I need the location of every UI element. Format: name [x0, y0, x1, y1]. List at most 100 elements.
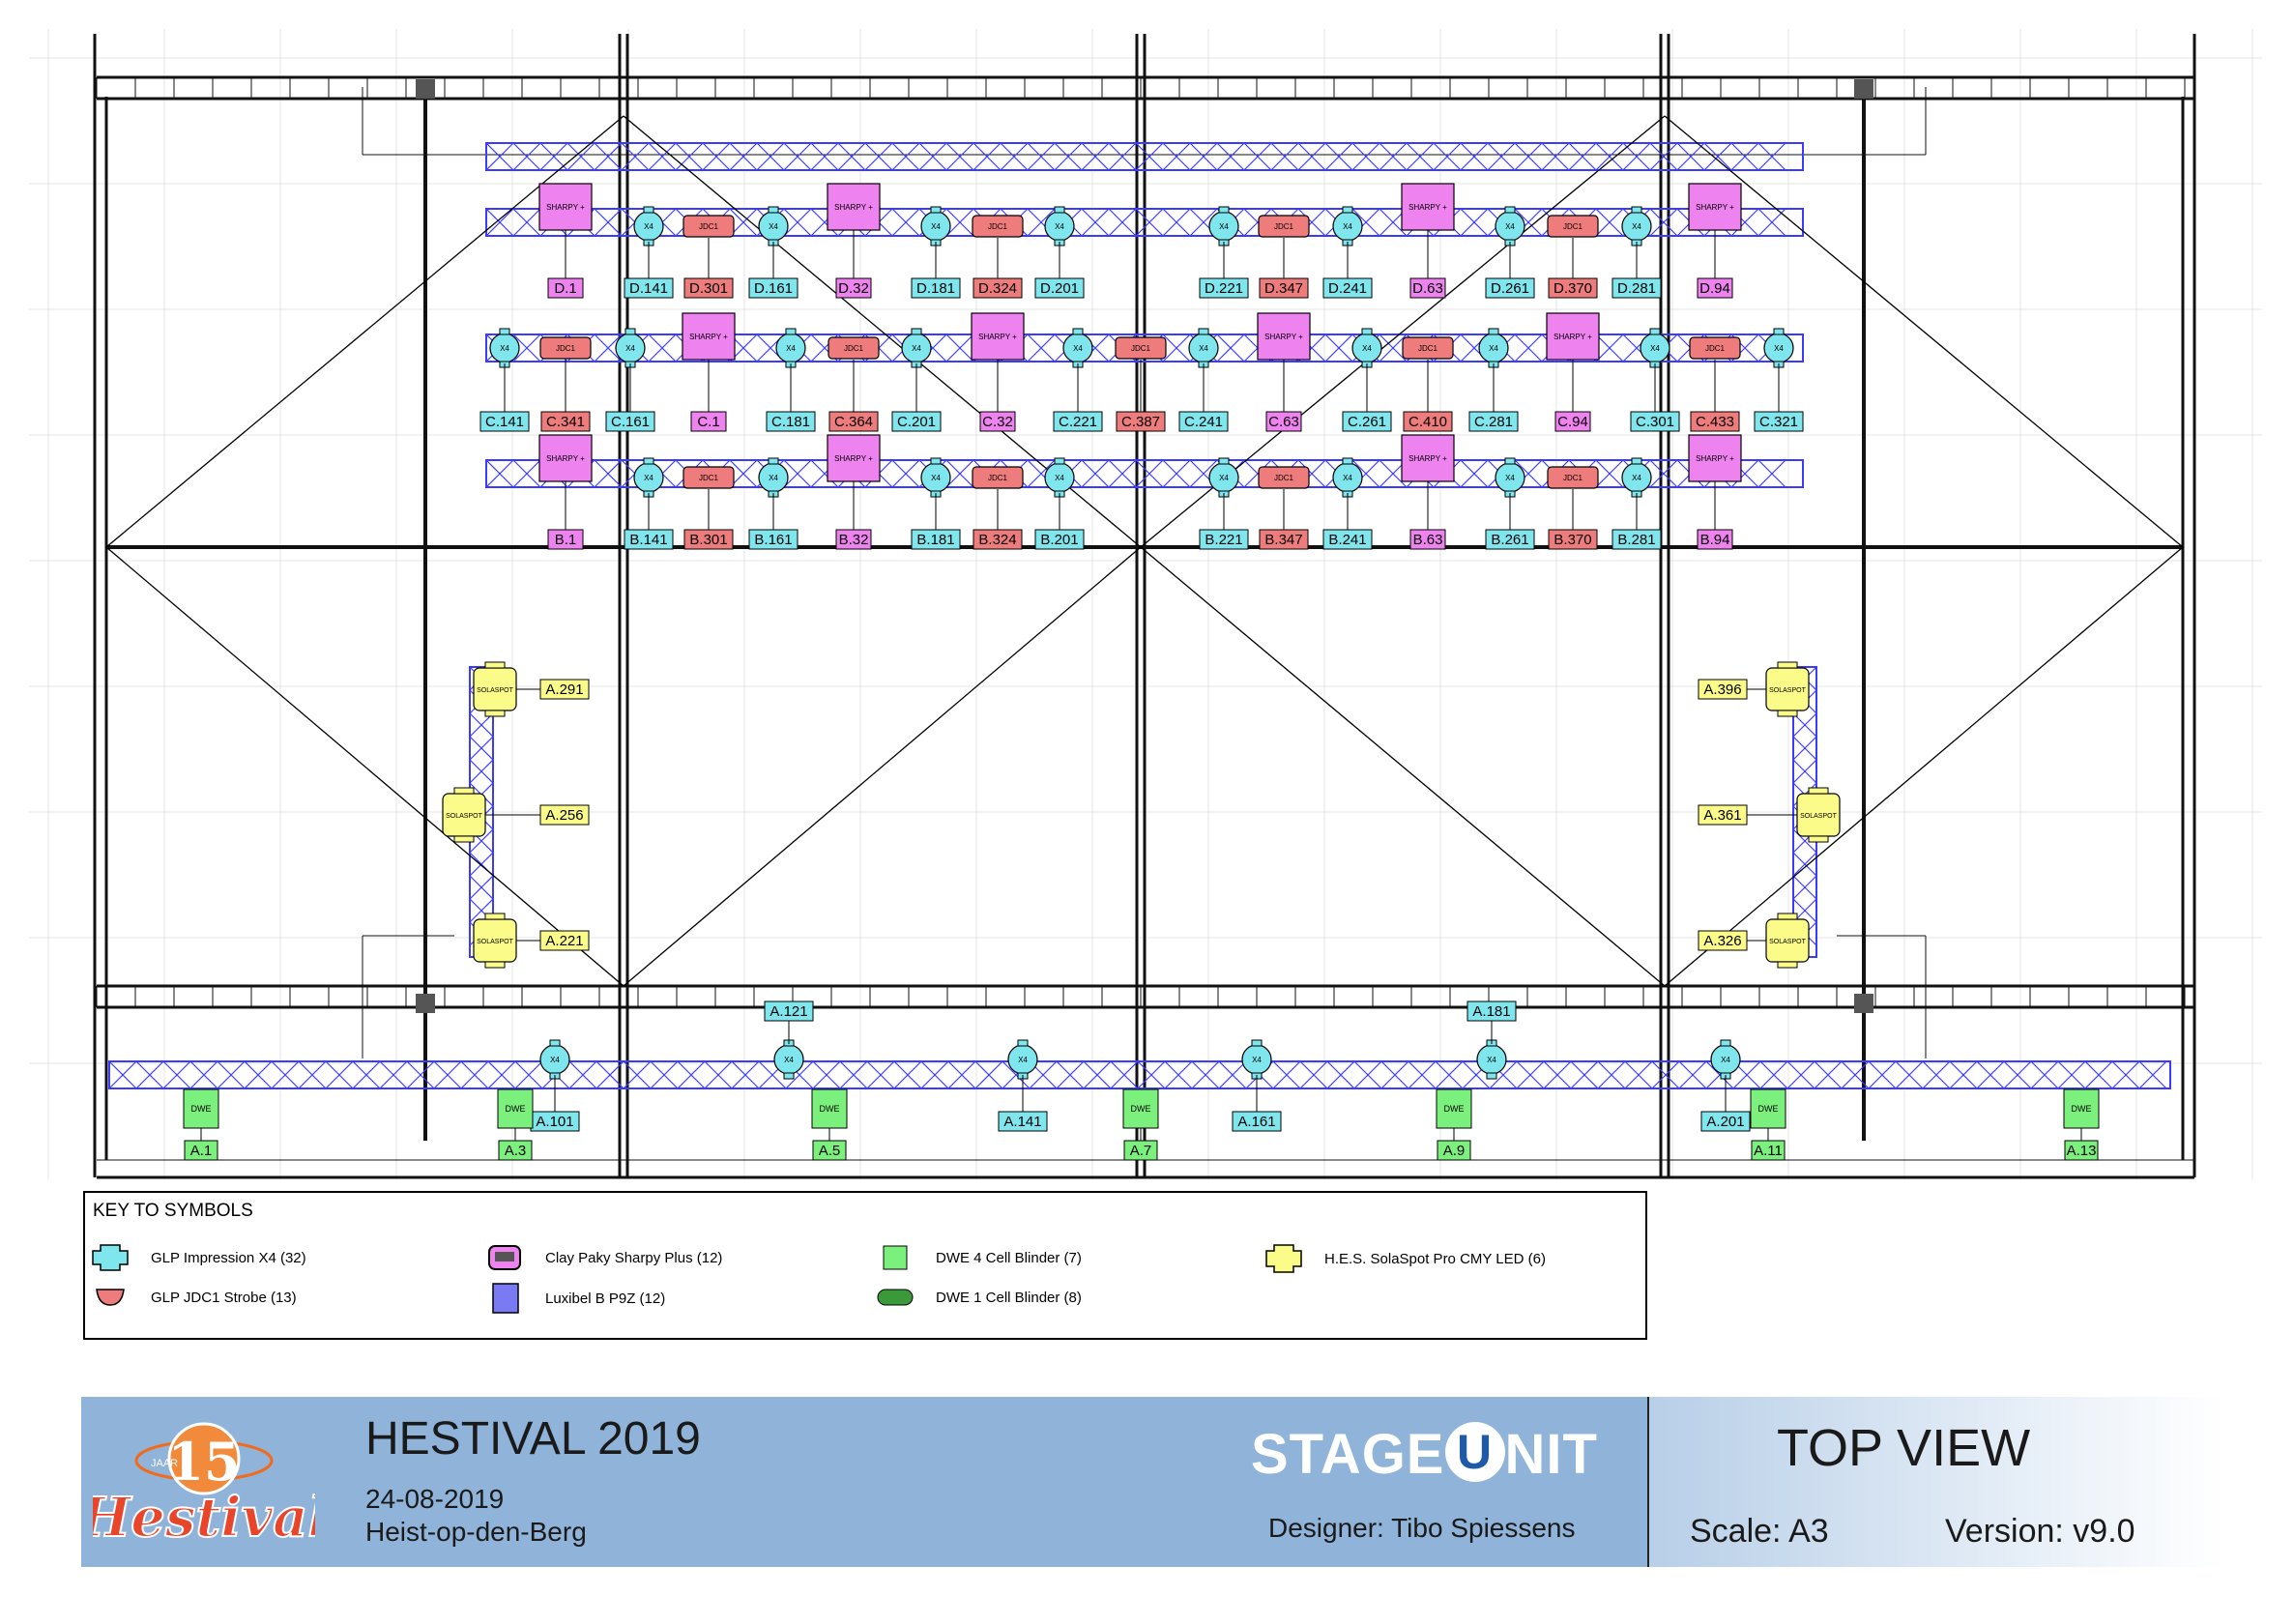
event-name: HESTIVAL 2019	[365, 1413, 701, 1464]
jdc1-fixture: JDC1	[682, 466, 735, 489]
sharpy-text: SHARPY +	[834, 203, 873, 212]
sharpy-text: SHARPY +	[978, 333, 1017, 341]
solaspot-yoke	[1777, 913, 1798, 920]
x4-fixture: X4	[633, 206, 664, 246]
x4-yoke	[1072, 328, 1084, 335]
fixture-label: C.1	[690, 411, 727, 432]
jdc1-text: JDC1	[1563, 474, 1583, 482]
x4-fixture: X4	[1241, 1039, 1272, 1080]
label-text: C.410	[1408, 414, 1447, 430]
label-text: A.396	[1703, 682, 1741, 698]
x4-fixture: X4	[1710, 1039, 1741, 1080]
solaspot-yoke	[484, 661, 506, 669]
label-text: B.301	[689, 532, 727, 548]
key-title: KEY TO SYMBOLS	[93, 1201, 253, 1221]
solaspot-yoke	[484, 913, 506, 920]
label-text: C.32	[982, 414, 1013, 430]
x4-text: X4	[912, 344, 921, 353]
solaspot-text: SOLASPOT	[477, 939, 513, 945]
x4-text: X4	[500, 344, 509, 353]
x4-yoke	[1720, 1039, 1731, 1047]
key-item-solaspot: H.E.S. SolaSpot Pro CMY LED (6)	[1263, 1243, 1546, 1274]
label-text: C.321	[1759, 414, 1798, 430]
sharpy-fixture: SHARPY +	[682, 312, 736, 361]
solaspot-fixture: SOLASPOT	[1796, 787, 1841, 843]
fixture-label: D.94	[1697, 277, 1733, 299]
solaspot-text: SOLASPOT	[1769, 687, 1806, 694]
label-text: B.161	[754, 532, 792, 548]
x4-fixture: X4	[758, 457, 789, 498]
fixture-label: B.221	[1199, 529, 1249, 550]
x4-text: X4	[1219, 222, 1229, 231]
fixture-label: C.341	[540, 411, 591, 432]
jdc1-fixture: JDC1	[1115, 336, 1167, 360]
jdc1-text: JDC1	[1274, 474, 1294, 482]
fixture-label: A.7	[1123, 1140, 1158, 1161]
solaspot-yoke	[1777, 661, 1798, 669]
x4-yoke	[1486, 1072, 1497, 1080]
x4-text: X4	[1343, 222, 1352, 231]
fixture-label: C.201	[891, 411, 942, 432]
key-item-x4: GLP Impression X4 (32)	[89, 1243, 306, 1272]
fixture-label: C.364	[828, 411, 879, 432]
label-text: B.1	[555, 532, 577, 548]
label-text: C.201	[897, 414, 936, 430]
x4-text: X4	[1650, 344, 1660, 353]
solaspot-fixture: SOLASPOT	[442, 787, 486, 843]
fixture-label: D.63	[1409, 277, 1446, 299]
label-text: C.301	[1636, 414, 1674, 430]
label-text: B.370	[1554, 532, 1591, 548]
key-label-jdc1: GLP JDC1 Strobe (13)	[151, 1289, 297, 1306]
sharpy-text: SHARPY +	[689, 333, 728, 341]
label-text: C.63	[1268, 414, 1299, 430]
key-label-solaspot: H.E.S. SolaSpot Pro CMY LED (6)	[1324, 1250, 1546, 1267]
fixture-label: B.201	[1034, 529, 1085, 550]
x4-yoke	[1198, 328, 1209, 335]
jdc1-text: JDC1	[988, 474, 1008, 482]
x4-yoke	[930, 457, 942, 465]
label-text: D.161	[754, 280, 793, 297]
fixture-label: A.9	[1437, 1140, 1471, 1161]
x4-text: X4	[625, 344, 635, 353]
label-text: A.101	[536, 1114, 573, 1130]
x4-text: X4	[1505, 474, 1515, 482]
fixture-label: D.241	[1322, 277, 1373, 299]
fixture-label: B.161	[748, 529, 799, 550]
label-text: B.63	[1413, 532, 1443, 548]
lighting-trusses	[108, 142, 2171, 1089]
fixture-label: D.1	[547, 277, 584, 299]
x4-yoke	[1054, 206, 1065, 214]
jdc1-fixture: JDC1	[1402, 336, 1454, 360]
fixture-label: C.281	[1468, 411, 1519, 432]
x4-yoke	[1649, 328, 1661, 335]
rigging-line	[105, 115, 624, 548]
jdc1-text: JDC1	[699, 222, 719, 231]
jdc1-text: JDC1	[1418, 344, 1438, 353]
x4-yoke	[768, 206, 779, 214]
jdc1-fixture: JDC1	[1689, 336, 1741, 360]
dwe-fixture: DWE	[811, 1088, 848, 1129]
key-item-dwe1: DWE 1 Cell Blinder (8)	[874, 1286, 1082, 1309]
x4-yoke	[1488, 328, 1499, 335]
x4-yoke	[1361, 328, 1373, 335]
sharpy-text: SHARPY +	[1264, 333, 1303, 341]
rigging-line	[1140, 546, 1666, 987]
label-text: A.141	[1003, 1114, 1041, 1130]
title-block-main: 15 JAAR Hestival HESTIVAL 2019 24-08-201…	[81, 1397, 1647, 1567]
label-text: B.324	[978, 532, 1016, 548]
sharpy-fixture: SHARPY +	[1688, 183, 1742, 231]
label-text: D.347	[1264, 280, 1303, 297]
x4-text: X4	[1721, 1056, 1730, 1064]
x4-yoke	[1342, 206, 1353, 214]
fixture-label: C.32	[979, 411, 1016, 432]
label-text: A.181	[1472, 1003, 1510, 1020]
x4-text: X4	[1505, 222, 1515, 231]
x4-yoke	[549, 1039, 561, 1047]
solaspot-text: SOLASPOT	[477, 687, 513, 694]
svg-text:JAAR: JAAR	[151, 1458, 178, 1469]
label-text: A.11	[1754, 1143, 1783, 1159]
key-item-jdc1: GLP JDC1 Strobe (13)	[89, 1286, 297, 1309]
rigging-line	[105, 546, 624, 987]
label-text: A.221	[545, 933, 583, 949]
x4-text: X4	[1343, 474, 1352, 482]
